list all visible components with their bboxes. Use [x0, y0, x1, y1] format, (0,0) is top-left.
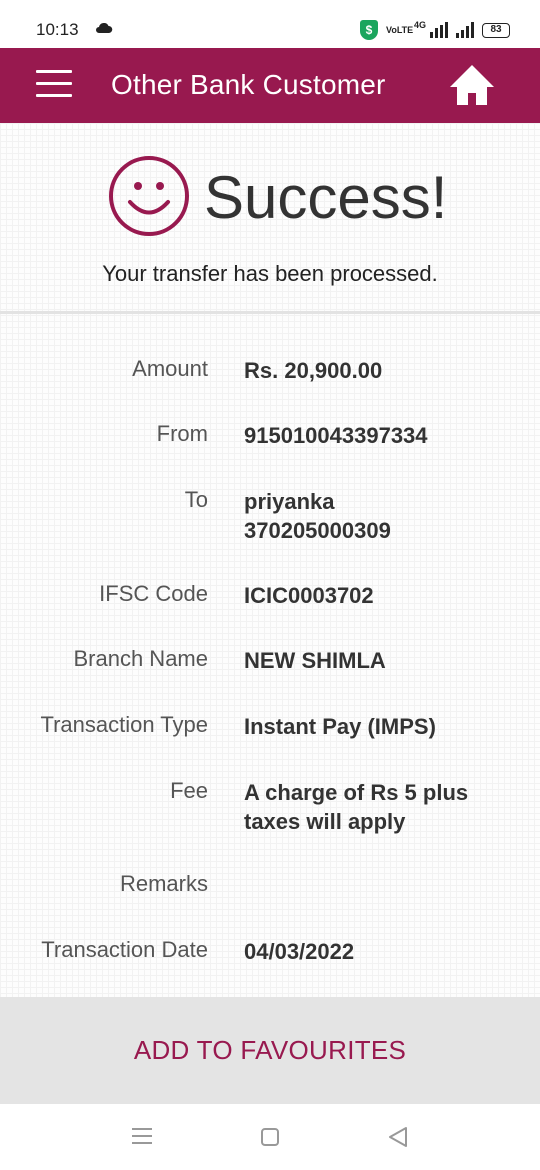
- detail-label: To: [184, 487, 208, 512]
- detail-label: Transaction Date: [41, 937, 208, 962]
- success-message: Your transfer has been processed.: [102, 261, 438, 286]
- signal-icon: [430, 22, 448, 38]
- battery-indicator: 83: [482, 22, 510, 38]
- detail-value: 915010043397334: [244, 423, 428, 448]
- detail-label: From: [156, 421, 208, 446]
- status-time: 10:13: [36, 20, 79, 39]
- detail-label: Transaction Type: [40, 712, 208, 737]
- detail-value: priyanka 370205000309: [244, 489, 391, 543]
- divider: [0, 311, 540, 314]
- detail-label: Fee: [170, 778, 208, 803]
- system-nav-bar: [0, 1104, 540, 1170]
- back-icon[interactable]: [388, 1126, 408, 1148]
- detail-value: Instant Pay (IMPS): [244, 714, 436, 739]
- detail-value: ICIC0003702: [244, 583, 374, 608]
- page-title: Other Bank Customer: [111, 69, 386, 100]
- detail-label: Branch Name: [73, 646, 208, 671]
- hamburger-icon[interactable]: [36, 70, 72, 100]
- detail-value: A charge of Rs 5 plus taxes will apply: [244, 780, 469, 834]
- vpn-shield-icon: $: [359, 20, 378, 40]
- app-bar: Other Bank Customer: [0, 48, 540, 123]
- network-type: 4G: [413, 20, 426, 30]
- add-to-favourites-label: ADD TO FAVOURITES: [133, 1035, 407, 1065]
- nav-home-icon[interactable]: [261, 1128, 279, 1146]
- success-block: Success! Your transfer has been processe…: [0, 123, 540, 313]
- detail-value: 04/03/2022: [244, 939, 355, 964]
- cloud-icon: [96, 23, 113, 33]
- detail-label: Amount: [132, 356, 208, 381]
- smiley-icon: [109, 156, 189, 236]
- volte-indicator: VoLTE: [385, 24, 414, 35]
- status-bar: 10:13 $ VoLTE 4G 83: [0, 0, 540, 48]
- recent-apps-icon[interactable]: [132, 1128, 152, 1146]
- detail-label: Remarks: [119, 871, 208, 896]
- add-to-favourites-button[interactable]: ADD TO FAVOURITES: [0, 997, 540, 1104]
- transfer-result: Success! Your transfer has been processe…: [0, 123, 540, 997]
- success-title: Success!: [204, 164, 448, 231]
- detail-value: NEW SHIMLA: [244, 648, 386, 673]
- home-icon[interactable]: [448, 63, 496, 107]
- signal-icon-2: [456, 22, 474, 38]
- detail-label: IFSC Code: [99, 581, 208, 606]
- detail-value: Rs. 20,900.00: [244, 358, 383, 383]
